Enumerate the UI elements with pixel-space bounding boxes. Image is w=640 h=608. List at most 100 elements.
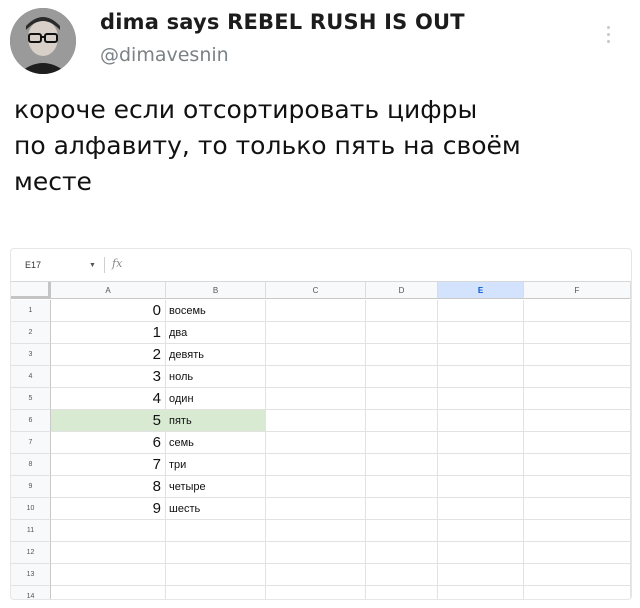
column-header-f[interactable]: F	[524, 282, 631, 299]
cell-empty[interactable]	[366, 586, 438, 599]
cell-empty[interactable]	[524, 366, 631, 388]
row-header[interactable]: 14	[11, 586, 51, 599]
row-header[interactable]: 1	[11, 300, 51, 322]
cell-number[interactable]: 4	[51, 388, 166, 410]
cell-empty[interactable]	[366, 498, 438, 520]
row-header[interactable]: 8	[11, 454, 51, 476]
cell-empty[interactable]	[266, 344, 366, 366]
cell-empty[interactable]	[438, 542, 524, 564]
cell-empty[interactable]	[266, 454, 366, 476]
cell-empty[interactable]	[166, 542, 266, 564]
cell-empty[interactable]	[524, 454, 631, 476]
cell-empty[interactable]	[438, 520, 524, 542]
cell-empty[interactable]	[51, 586, 166, 599]
row-header[interactable]: 5	[11, 388, 51, 410]
cell-empty[interactable]	[366, 388, 438, 410]
cell-empty[interactable]	[524, 542, 631, 564]
cell-empty[interactable]	[366, 476, 438, 498]
cell-empty[interactable]	[51, 542, 166, 564]
cell-empty[interactable]	[266, 476, 366, 498]
cell-number[interactable]: 6	[51, 432, 166, 454]
cell-empty[interactable]	[366, 542, 438, 564]
cell-word[interactable]: шесть	[166, 498, 266, 520]
cell-number[interactable]: 0	[51, 300, 166, 322]
column-header-a[interactable]: A	[51, 282, 166, 299]
cell-empty[interactable]	[366, 454, 438, 476]
cell-empty[interactable]	[524, 476, 631, 498]
row-header[interactable]: 7	[11, 432, 51, 454]
cell-empty[interactable]	[438, 344, 524, 366]
cell-number[interactable]: 8	[51, 476, 166, 498]
cell-word[interactable]: девять	[166, 344, 266, 366]
cell-empty[interactable]	[366, 520, 438, 542]
row-header[interactable]: 6	[11, 410, 51, 432]
display-name[interactable]: dima says REBEL RUSH IS OUT	[100, 10, 465, 34]
cell-empty[interactable]	[524, 410, 631, 432]
cell-empty[interactable]	[438, 454, 524, 476]
cell-number[interactable]: 5	[51, 410, 166, 432]
cell-empty[interactable]	[166, 520, 266, 542]
cell-empty[interactable]	[438, 498, 524, 520]
cell-number[interactable]: 2	[51, 344, 166, 366]
cell-empty[interactable]	[266, 542, 366, 564]
cell-empty[interactable]	[266, 322, 366, 344]
cell-empty[interactable]	[266, 366, 366, 388]
cell-empty[interactable]	[266, 564, 366, 586]
name-box-dropdown-icon[interactable]: ▼	[89, 262, 96, 269]
cell-empty[interactable]	[524, 520, 631, 542]
cell-word[interactable]: четыре	[166, 476, 266, 498]
cell-empty[interactable]	[266, 300, 366, 322]
row-header[interactable]: 2	[11, 322, 51, 344]
cell-word[interactable]: один	[166, 388, 266, 410]
cell-empty[interactable]	[524, 322, 631, 344]
row-header[interactable]: 13	[11, 564, 51, 586]
cell-empty[interactable]	[438, 366, 524, 388]
cell-empty[interactable]	[51, 520, 166, 542]
cell-word[interactable]: ноль	[166, 366, 266, 388]
more-options-icon[interactable]	[605, 26, 611, 50]
cell-empty[interactable]	[438, 476, 524, 498]
cell-number[interactable]: 1	[51, 322, 166, 344]
cell-empty[interactable]	[166, 586, 266, 599]
cell-empty[interactable]	[524, 432, 631, 454]
cell-word[interactable]: три	[166, 454, 266, 476]
cell-empty[interactable]	[366, 432, 438, 454]
cell-empty[interactable]	[438, 432, 524, 454]
row-header[interactable]: 12	[11, 542, 51, 564]
column-header-b[interactable]: B	[166, 282, 266, 299]
cell-empty[interactable]	[266, 388, 366, 410]
cell-empty[interactable]	[524, 388, 631, 410]
cell-empty[interactable]	[524, 344, 631, 366]
cell-empty[interactable]	[366, 322, 438, 344]
row-header[interactable]: 3	[11, 344, 51, 366]
avatar[interactable]	[10, 8, 76, 74]
cell-empty[interactable]	[51, 564, 166, 586]
row-header[interactable]: 10	[11, 498, 51, 520]
cell-empty[interactable]	[366, 366, 438, 388]
cell-empty[interactable]	[366, 300, 438, 322]
row-header[interactable]: 4	[11, 366, 51, 388]
user-handle[interactable]: @dimavesnin	[100, 44, 229, 66]
formula-input[interactable]	[131, 255, 611, 275]
cell-empty[interactable]	[438, 300, 524, 322]
cell-empty[interactable]	[524, 564, 631, 586]
column-header-c[interactable]: C	[266, 282, 366, 299]
cell-number[interactable]: 3	[51, 366, 166, 388]
name-box[interactable]: E17	[25, 260, 41, 270]
cell-empty[interactable]	[524, 586, 631, 599]
row-header[interactable]: 9	[11, 476, 51, 498]
cell-number[interactable]: 9	[51, 498, 166, 520]
column-header-d[interactable]: D	[366, 282, 438, 299]
cell-empty[interactable]	[438, 322, 524, 344]
cell-empty[interactable]	[166, 564, 266, 586]
row-header[interactable]: 11	[11, 520, 51, 542]
cell-empty[interactable]	[438, 564, 524, 586]
cell-word[interactable]: два	[166, 322, 266, 344]
cell-empty[interactable]	[266, 520, 366, 542]
cell-empty[interactable]	[266, 498, 366, 520]
cell-empty[interactable]	[366, 344, 438, 366]
cell-empty[interactable]	[266, 432, 366, 454]
cell-number[interactable]: 7	[51, 454, 166, 476]
cell-empty[interactable]	[266, 586, 366, 599]
cell-empty[interactable]	[438, 410, 524, 432]
